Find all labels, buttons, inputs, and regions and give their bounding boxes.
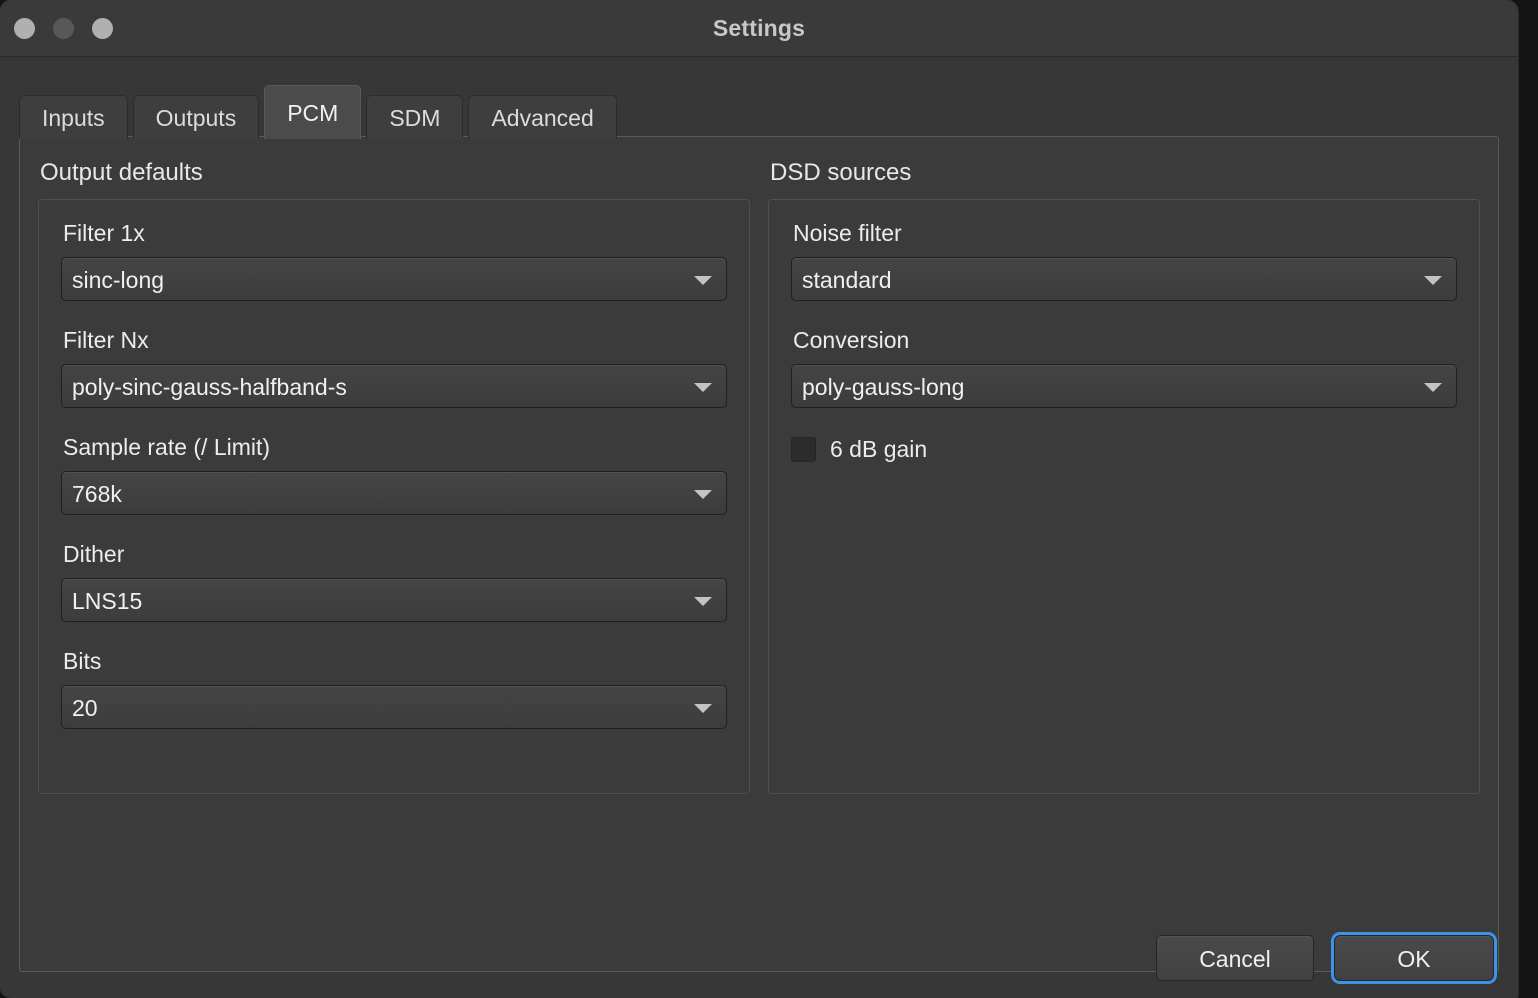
bits-value: 20 (72, 695, 98, 721)
conversion-value: poly-gauss-long (802, 374, 965, 400)
sample-rate-label: Sample rate (/ Limit) (63, 434, 271, 460)
filter-1x-value: sinc-long (72, 267, 165, 293)
dsd-sources-group: Noise filter standard Conversion poly-ga… (768, 199, 1480, 794)
chevron-down-icon (694, 704, 712, 713)
tab-content-pcm: Output defaults Filter 1x sinc-long Filt… (19, 136, 1499, 972)
ok-button[interactable]: OK (1331, 932, 1497, 984)
screen: Settings Inputs Outputs PCM SDM Advanced… (0, 0, 1538, 998)
six-db-gain-checkbox[interactable] (791, 437, 816, 462)
chevron-down-icon (694, 276, 712, 285)
filter-nx-value: poly-sinc-gauss-halfband-s (72, 374, 347, 400)
dither-label: Dither (63, 541, 125, 567)
title-bar: Settings (0, 0, 1518, 57)
chevron-down-icon (694, 383, 712, 392)
settings-window: Settings Inputs Outputs PCM SDM Advanced… (0, 0, 1518, 998)
filter-1x-dropdown[interactable]: sinc-long (61, 257, 727, 301)
noise-filter-value: standard (802, 267, 892, 293)
filter-nx-label: Filter Nx (63, 327, 149, 353)
tab-outputs[interactable]: Outputs (132, 95, 260, 139)
bits-label: Bits (63, 648, 102, 674)
chevron-down-icon (1424, 276, 1442, 285)
tab-sdm[interactable]: SDM (366, 95, 464, 139)
conversion-label: Conversion (793, 327, 910, 353)
chevron-down-icon (694, 597, 712, 606)
output-defaults-column: Output defaults Filter 1x sinc-long Filt… (38, 153, 750, 794)
conversion-dropdown[interactable]: poly-gauss-long (791, 364, 1457, 408)
cancel-button[interactable]: Cancel (1156, 935, 1314, 981)
dither-dropdown[interactable]: LNS15 (61, 578, 727, 622)
dsd-sources-column: DSD sources Noise filter standard Conver… (768, 153, 1480, 794)
tab-bar: Inputs Outputs PCM SDM Advanced (19, 83, 622, 139)
dither-value: LNS15 (72, 588, 143, 614)
output-defaults-group: Filter 1x sinc-long Filter Nx poly-sinc-… (38, 199, 750, 794)
dsd-sources-title: DSD sources (770, 159, 912, 186)
tab-inputs[interactable]: Inputs (19, 95, 128, 139)
six-db-gain-row[interactable]: 6 dB gain (791, 436, 1457, 463)
window-title: Settings (712, 15, 806, 41)
chevron-down-icon (694, 490, 712, 499)
output-defaults-title: Output defaults (40, 159, 203, 186)
bits-dropdown[interactable]: 20 (61, 685, 727, 729)
noise-filter-label: Noise filter (793, 220, 902, 246)
filter-1x-label: Filter 1x (63, 220, 145, 246)
sample-rate-dropdown[interactable]: 768k (61, 471, 727, 515)
filter-nx-dropdown[interactable]: poly-sinc-gauss-halfband-s (61, 364, 727, 408)
chevron-down-icon (1424, 383, 1442, 392)
dialog-buttons: Cancel OK (1156, 932, 1497, 984)
noise-filter-dropdown[interactable]: standard (791, 257, 1457, 301)
six-db-gain-label: 6 dB gain (830, 436, 928, 462)
window-body: Inputs Outputs PCM SDM Advanced Output d… (0, 57, 1518, 998)
sample-rate-value: 768k (72, 481, 122, 507)
settings-columns: Output defaults Filter 1x sinc-long Filt… (20, 137, 1498, 794)
tab-pcm[interactable]: PCM (264, 85, 362, 139)
tab-advanced[interactable]: Advanced (468, 95, 617, 139)
